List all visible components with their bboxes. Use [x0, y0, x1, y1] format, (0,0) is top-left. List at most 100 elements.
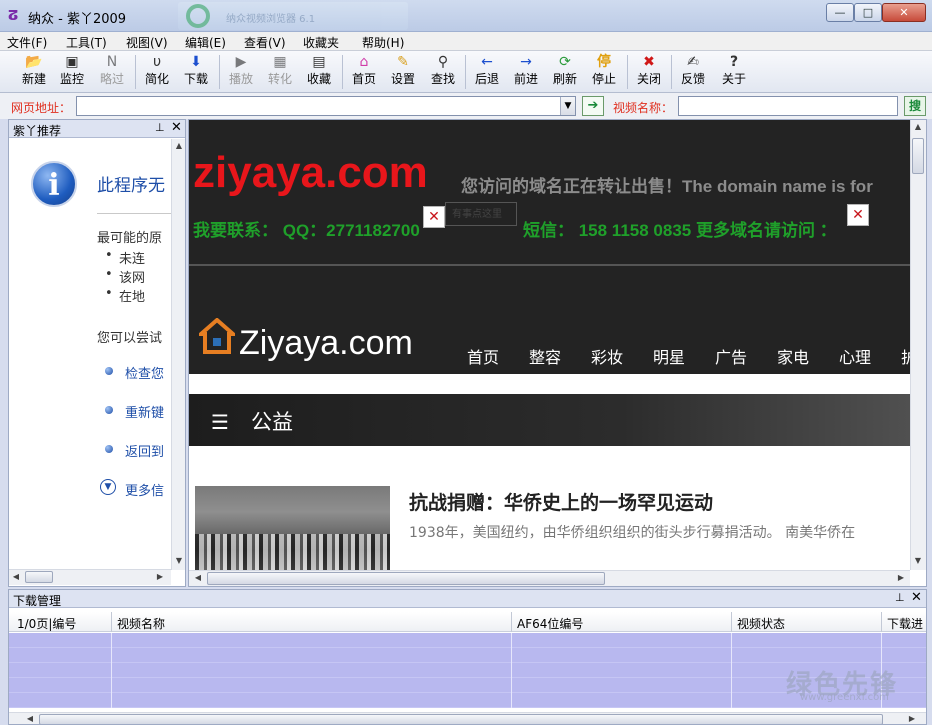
stop-button[interactable]: 停停止: [584, 53, 624, 91]
scroll-left-icon[interactable]: ◀: [191, 571, 205, 585]
maximize-button[interactable]: □: [854, 3, 882, 22]
panel-header: 紫丫推荐 ⊥ ✕: [9, 120, 185, 138]
close-window-button[interactable]: ✕: [882, 3, 926, 22]
forward-button[interactable]: → 前进: [506, 53, 546, 91]
monitor-button[interactable]: ▣ 监控: [52, 53, 92, 91]
domain-name[interactable]: ziyaya.com: [193, 148, 428, 198]
play-icon: ▶: [235, 54, 247, 70]
scroll-thumb[interactable]: [25, 571, 53, 583]
article-title[interactable]: 抗战捐赠：华侨史上的一场罕见运动: [409, 488, 713, 515]
column-line: [731, 633, 732, 708]
scroll-left-icon[interactable]: ◀: [23, 712, 37, 724]
scroll-thumb[interactable]: [912, 138, 924, 174]
scroll-thumb[interactable]: [39, 714, 883, 724]
feedback-button[interactable]: ✍ 反馈: [673, 53, 713, 91]
video-name-input[interactable]: [678, 96, 898, 116]
pin-icon[interactable]: ⊥: [155, 121, 165, 134]
nav-home[interactable]: 首页: [467, 344, 499, 368]
close-icon[interactable]: ✕: [171, 120, 182, 135]
simplify-button[interactable]: υ 简化: [137, 53, 177, 91]
browser-view[interactable]: ziyaya.com 您访问的域名正在转让出售！The domain name …: [188, 119, 927, 587]
column-divider[interactable]: [111, 612, 112, 632]
play-button[interactable]: ▶ 播放: [221, 53, 261, 91]
vertical-scrollbar[interactable]: ▲ ▼: [910, 120, 926, 570]
chevron-down-icon[interactable]: ▼: [560, 97, 575, 115]
refresh-icon: ⟳: [559, 54, 571, 70]
nav-psychology[interactable]: 心理: [839, 344, 871, 368]
convert-button[interactable]: ▦ 转化: [260, 53, 300, 91]
scroll-up-icon[interactable]: ▲: [172, 139, 186, 153]
go-arrow-icon[interactable]: ➔: [582, 96, 604, 116]
column-header[interactable]: 视频状态: [737, 615, 785, 632]
scroll-right-icon[interactable]: ▶: [905, 712, 919, 724]
menu-favorites[interactable]: 收藏夹: [303, 34, 339, 51]
photo-crowd: [195, 534, 390, 572]
hamburger-menu-icon[interactable]: ☰: [211, 410, 229, 434]
more-info-link[interactable]: 更多信: [125, 480, 164, 499]
binoculars-icon: ⚲: [437, 54, 449, 70]
menu-edit[interactable]: 编辑(E): [185, 34, 226, 51]
horizontal-scrollbar[interactable]: ◀ ▶: [9, 712, 926, 724]
menu-help[interactable]: 帮助(H): [362, 34, 404, 51]
column-divider[interactable]: [731, 612, 732, 632]
go-back-link[interactable]: 返回到: [125, 441, 164, 460]
nav-makeup[interactable]: 彩妆: [591, 344, 623, 368]
retype-address-link[interactable]: 重新键: [125, 402, 164, 421]
nav-appliances[interactable]: 家电: [777, 344, 809, 368]
minimize-button[interactable]: —: [826, 3, 854, 22]
expand-icon[interactable]: ▼: [100, 479, 116, 495]
background-taskbar-ghost: 纳众视频浏览器 6.1: [178, 2, 408, 30]
nav-cosmetic-surgery[interactable]: 整容: [529, 344, 561, 368]
scroll-down-icon[interactable]: ▼: [172, 554, 186, 568]
column-header[interactable]: 1/0页|编号: [17, 615, 76, 632]
refresh-button[interactable]: ⟳ 刷新: [545, 53, 585, 91]
title-bar[interactable]: ⵒ 纳众 - 紫丫2009 纳众视频浏览器 6.1 — □ ✕: [0, 0, 932, 32]
try-text: 您可以尝试: [97, 331, 163, 346]
scroll-down-icon[interactable]: ▼: [911, 554, 925, 568]
horizontal-scrollbar[interactable]: ◀ ▶: [9, 569, 171, 585]
menu-tools[interactable]: 工具(T): [66, 34, 107, 51]
horizontal-scrollbar[interactable]: ◀ ▶: [189, 570, 910, 586]
hint-box[interactable]: 有事点这里: [445, 202, 517, 226]
find-button[interactable]: ⚲ 查找: [423, 53, 463, 91]
video-name-label: 视频名称：: [613, 101, 674, 115]
home-button[interactable]: ⌂ 首页: [344, 53, 384, 91]
nav-ads[interactable]: 广告: [715, 344, 747, 368]
nav-celebrity[interactable]: 明星: [653, 344, 685, 368]
column-divider[interactable]: [881, 612, 882, 632]
close-circle-icon: ✖: [643, 54, 655, 70]
article-thumbnail[interactable]: [195, 486, 390, 572]
menu-view[interactable]: 视图(V): [126, 34, 168, 51]
download-button[interactable]: ⬇ 下载: [176, 53, 216, 91]
cause-text: 最可能的原: [97, 231, 163, 246]
close-page-button[interactable]: ✖ 关闭: [629, 53, 669, 91]
toolbar-separator: [671, 55, 672, 89]
skip-button[interactable]: N 略过: [92, 53, 132, 91]
scroll-right-icon[interactable]: ▶: [894, 571, 908, 585]
site-logo-text[interactable]: Ziyaya.com: [239, 324, 413, 363]
new-button[interactable]: 📂 新建: [14, 53, 54, 91]
toolbar-separator: [219, 55, 220, 89]
column-header[interactable]: 下载进: [887, 615, 923, 632]
broken-image-icon: ✕: [423, 206, 445, 228]
url-input[interactable]: [76, 96, 576, 116]
close-icon[interactable]: ✕: [911, 590, 922, 605]
pin-icon[interactable]: ⊥: [895, 591, 905, 604]
menu-look[interactable]: 查看(V): [244, 34, 286, 51]
menu-file[interactable]: 文件(F): [7, 34, 47, 51]
search-button[interactable]: 搜: [904, 96, 926, 116]
back-button[interactable]: ← 后退: [467, 53, 507, 91]
settings-button[interactable]: ✎ 设置: [383, 53, 423, 91]
vertical-scrollbar[interactable]: ▲ ▼: [171, 139, 185, 570]
scroll-thumb[interactable]: [207, 572, 605, 585]
check-connection-link[interactable]: 检查您: [125, 363, 164, 382]
scroll-left-icon[interactable]: ◀: [9, 570, 23, 584]
favorite-button[interactable]: ▤ 收藏: [299, 53, 339, 91]
column-header[interactable]: 视频名称: [117, 615, 165, 632]
column-divider[interactable]: [511, 612, 512, 632]
sale-notice: 您访问的域名正在转让出售！The domain name is for: [461, 177, 873, 196]
scroll-up-icon[interactable]: ▲: [911, 120, 925, 134]
column-header[interactable]: AF64位编号: [517, 615, 583, 632]
about-button[interactable]: ? 关于: [714, 53, 754, 91]
scroll-right-icon[interactable]: ▶: [153, 570, 167, 584]
